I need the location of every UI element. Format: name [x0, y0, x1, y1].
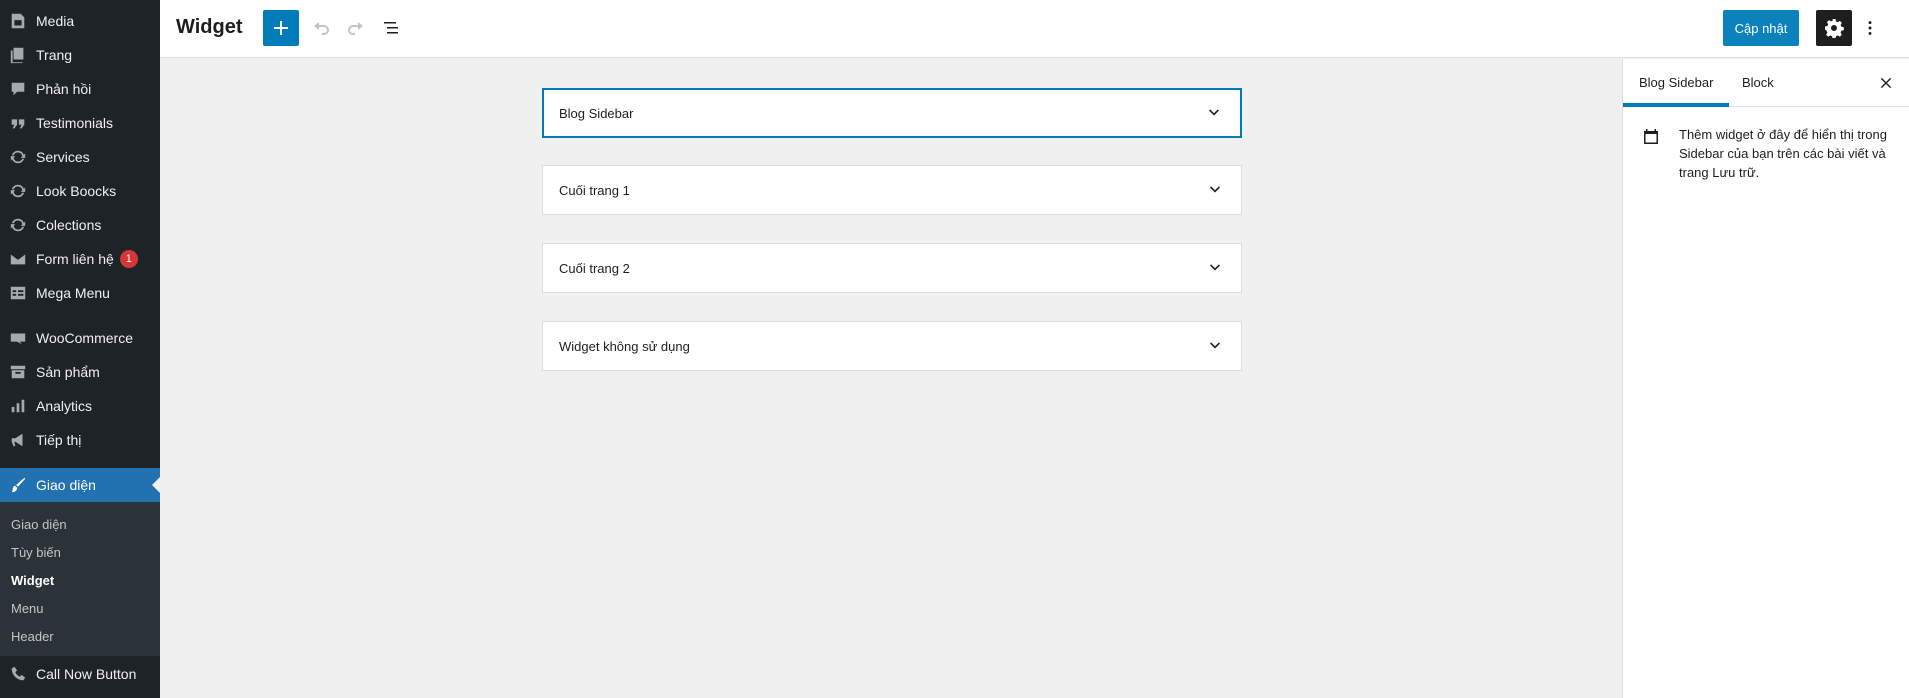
page-title: Widget [176, 16, 243, 38]
tab-block[interactable]: Block [1726, 59, 1790, 107]
menu-item-label: Testimonials [36, 115, 114, 131]
cycle-icon [0, 216, 36, 234]
menu-item-label: Colections [36, 217, 102, 233]
menu-item-label: WooCommerce [36, 330, 133, 346]
menu-item-analytics[interactable]: Analytics [0, 389, 160, 423]
list-view-icon [384, 22, 398, 34]
submenu-item-tuy-bien[interactable]: Tùy biến [0, 539, 160, 567]
cycle-icon [0, 182, 36, 200]
menu-item-colections[interactable]: Colections [0, 208, 160, 242]
cycle-icon [0, 148, 36, 166]
more-options-button[interactable] [1858, 12, 1882, 44]
phone-icon [0, 665, 36, 683]
plus-icon [274, 21, 288, 35]
archive-icon [0, 363, 36, 381]
widget-area-icon [1639, 125, 1663, 149]
menu-item-phan-hoi[interactable]: Phản hồi [0, 72, 160, 106]
widget-area-blog-sidebar[interactable]: Blog Sidebar [542, 88, 1242, 138]
undo-button[interactable] [307, 14, 335, 42]
menu-item-media[interactable]: Media [0, 4, 160, 38]
menu-item-label: Phản hồi [36, 81, 92, 97]
chart-bar-icon [0, 397, 36, 415]
close-icon [1880, 77, 1892, 89]
menu-item-label: Giao diện [36, 477, 96, 493]
chevron-down-icon[interactable] [1205, 336, 1225, 356]
menu-item-label: Sản phẩm [36, 364, 100, 380]
admin-sidebar: Media Trang Phản hồi Testimonials Servic… [0, 0, 160, 698]
menu-item-testimonials[interactable]: Testimonials [0, 106, 160, 140]
media-icon [0, 12, 36, 30]
table-icon [0, 284, 36, 302]
tab-blog-sidebar[interactable]: Blog Sidebar [1623, 59, 1729, 107]
submenu-item-header[interactable]: Header [0, 623, 160, 651]
close-sidebar-button[interactable] [1874, 71, 1898, 95]
chevron-down-icon[interactable] [1205, 258, 1225, 278]
description-text: Thêm widget ở đây để hiển thị trong Side… [1679, 127, 1887, 180]
woo-icon [0, 329, 36, 347]
chevron-down-icon[interactable] [1205, 180, 1225, 200]
menu-item-label: Trang [36, 47, 73, 63]
submenu-item-widget[interactable]: Widget [0, 567, 160, 595]
megaphone-icon [0, 431, 36, 449]
submenu-item-menu[interactable]: Menu [0, 595, 160, 623]
menu-item-san-pham[interactable]: Sản phẩm [0, 355, 160, 389]
add-block-button[interactable] [263, 10, 299, 46]
menu-item-services[interactable]: Services [0, 140, 160, 174]
menu-item-giao-dien[interactable]: Giao diện [0, 468, 160, 502]
menu-item-look-boocks[interactable]: Look Boocks [0, 174, 160, 208]
widget-area-cuoi-trang-2[interactable]: Cuối trang 2 [542, 243, 1242, 293]
widget-area-title: Widget không sử dụng [559, 338, 690, 354]
appearance-submenu: Giao diện Tùy biến Widget Menu Header [0, 502, 160, 656]
pages-icon [0, 46, 36, 64]
menu-item-label: Call Now Button [36, 666, 137, 682]
undo-icon [314, 22, 329, 35]
list-view-button[interactable] [377, 14, 405, 42]
sidebar-tabs: Blog Sidebar Block [1623, 59, 1909, 107]
menu-item-form-lien-he[interactable]: Form liên hệ 1 [0, 242, 160, 276]
widget-area-cuoi-trang-1[interactable]: Cuối trang 1 [542, 165, 1242, 215]
widget-area-title: Cuối trang 1 [559, 182, 630, 198]
settings-button[interactable] [1816, 10, 1852, 46]
menu-item-label: Tiếp thị [36, 432, 82, 448]
menu-item-label: Form liên hệ [36, 251, 114, 267]
submenu-item-giao-dien[interactable]: Giao diện [0, 511, 160, 539]
settings-sidebar: Blog Sidebar Block Thêm widget ở đây để … [1622, 59, 1909, 698]
widget-area-title: Cuối trang 2 [559, 260, 630, 276]
menu-item-label: Services [36, 149, 90, 165]
comments-icon [0, 80, 36, 98]
widget-canvas: Blog Sidebar Cuối trang 1 Cuối trang 2 W… [160, 59, 1622, 698]
menu-item-label: Look Boocks [36, 183, 117, 199]
quote-icon [0, 114, 36, 132]
editor-header: Widget Cập nhật [160, 0, 1909, 58]
area-description: Thêm widget ở đây để hiển thị trong Side… [1639, 125, 1894, 182]
menu-item-mega-menu[interactable]: Mega Menu [0, 276, 160, 310]
update-button[interactable]: Cập nhật [1723, 10, 1799, 46]
chevron-down-icon[interactable] [1204, 103, 1224, 123]
menu-item-label: Media [36, 13, 75, 29]
redo-button[interactable] [342, 14, 370, 42]
widget-area-title: Blog Sidebar [559, 105, 634, 121]
notification-badge: 1 [119, 250, 138, 268]
gear-icon [1825, 19, 1844, 38]
menu-item-label: Analytics [36, 398, 93, 414]
email-icon [0, 250, 36, 268]
menu-item-trang[interactable]: Trang [0, 38, 160, 72]
menu-item-call-now-button[interactable]: Call Now Button [0, 657, 160, 691]
menu-item-label: Mega Menu [36, 285, 110, 301]
redo-icon [348, 22, 363, 35]
more-vertical-icon [1868, 21, 1872, 35]
menu-item-tiep-thi[interactable]: Tiếp thị [0, 423, 160, 457]
menu-item-woocommerce[interactable]: WooCommerce [0, 321, 160, 355]
widget-area-unused[interactable]: Widget không sử dụng [542, 321, 1242, 371]
brush-icon [0, 476, 36, 494]
